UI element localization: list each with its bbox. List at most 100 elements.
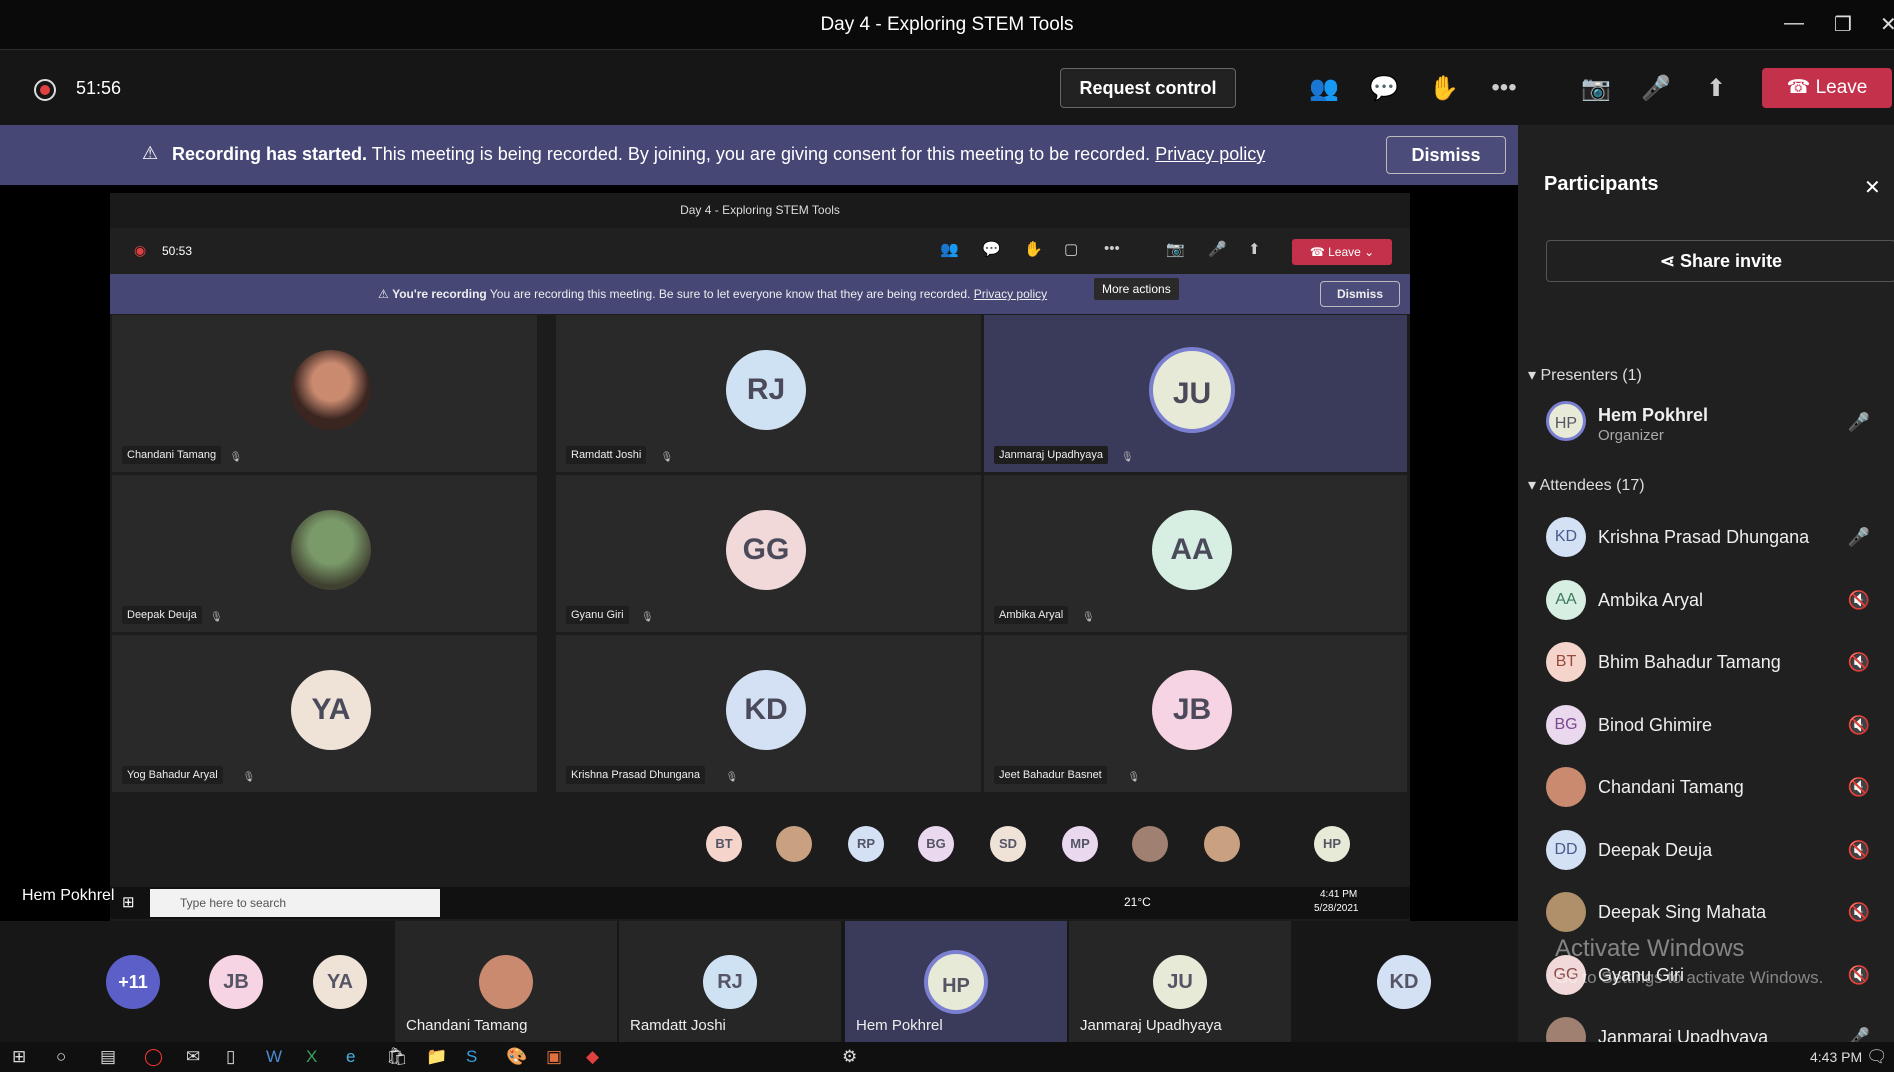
participant-avatar — [1546, 767, 1586, 807]
inner-clock-date: 5/28/2021 — [1314, 903, 1359, 914]
video-tile[interactable]: YA Yog Bahadur Aryal 🎙 — [112, 635, 540, 795]
video-tile[interactable]: GG Gyanu Giri 🎙 — [556, 475, 984, 635]
strip-avatar[interactable]: JB — [209, 955, 263, 1009]
tile-name: Jeet Bahadur Basnet — [994, 766, 1107, 784]
meeting-timer: 51:56 — [76, 78, 122, 98]
share-icon: ⋖ — [1659, 251, 1676, 271]
video-tile[interactable]: Deepak Deuja 🎙 — [112, 475, 540, 635]
tile-avatar: JB — [1152, 670, 1232, 750]
restore-icon[interactable]: ❐ — [1834, 12, 1852, 37]
opera-icon[interactable]: ◯ — [144, 1047, 163, 1067]
app-icon[interactable]: ▣ — [546, 1047, 562, 1067]
inner-dismiss-button: Dismiss — [1320, 281, 1400, 307]
strip-avatar[interactable]: HP — [924, 950, 988, 1014]
participant-name[interactable]: Krishna Prasad Dhungana — [1598, 527, 1809, 548]
more-actions-icon[interactable]: ••• — [1486, 74, 1522, 102]
notifications-icon[interactable]: 🗨 — [1866, 1047, 1888, 1067]
chat-icon[interactable]: 💬 — [1366, 74, 1402, 103]
strip-avatar[interactable]: RJ — [703, 955, 757, 1009]
strip-name: Hem Pokhrel — [856, 1017, 943, 1034]
participant-name[interactable]: Deepak Deuja — [1598, 840, 1712, 861]
skype-icon[interactable]: S — [466, 1047, 477, 1067]
muted-mic-icon: 🎙 — [229, 452, 243, 463]
participant-name[interactable]: Bhim Bahadur Tamang — [1598, 652, 1781, 673]
strip-name: Ramdatt Joshi — [630, 1017, 726, 1034]
presenter-avatar: HP — [1546, 401, 1586, 441]
presenter-role: Organizer — [1598, 427, 1664, 444]
inner-participant-bubble — [776, 826, 812, 862]
recording-banner: ⚠ Recording has started. This meeting is… — [0, 125, 1518, 185]
windows-taskbar: ⊞ ○ ▤ ◯ ✉ ▯ W X e 🛍 📁 S 🎨 ▣ ◆ ⚙ 4:43 PM … — [0, 1042, 1894, 1072]
strip-avatar[interactable]: JU — [1153, 955, 1207, 1009]
file-explorer-icon[interactable]: 📁 — [426, 1047, 447, 1067]
minimize-icon[interactable]: — — [1784, 12, 1804, 35]
inner-banner-text: You are recording this meeting. Be sure … — [489, 287, 971, 301]
meeting-toolbar: 51:56 Request control 👥 💬 ✋ ••• 📷 🎤 ⬆ ☎ … — [0, 50, 1894, 125]
paint-icon[interactable]: 🎨 — [506, 1047, 527, 1067]
inner-clock-time: 4:41 PM — [1320, 889, 1358, 900]
muted-mic-icon: 🎙 — [725, 772, 739, 783]
video-tile[interactable]: RJ Ramdatt Joshi 🎙 — [556, 315, 984, 475]
participant-name[interactable]: Deepak Sing Mahata — [1598, 902, 1766, 923]
inner-window-title: Day 4 - Exploring STEM Tools — [110, 193, 1410, 228]
presenters-section[interactable]: ▾ Presenters (1) — [1528, 365, 1642, 385]
participant-name[interactable]: Chandani Tamang — [1598, 777, 1744, 798]
word-icon[interactable]: W — [266, 1047, 282, 1067]
muted-mic-icon: 🎙 — [641, 612, 654, 623]
notepad-icon[interactable]: ▯ — [226, 1047, 235, 1067]
excel-icon[interactable]: X — [306, 1047, 317, 1067]
participant-name[interactable]: Binod Ghimire — [1598, 715, 1712, 736]
microphone-icon[interactable]: 🎤 — [1638, 74, 1674, 103]
participant-name[interactable]: Ambika Aryal — [1598, 590, 1703, 611]
recording-icon — [34, 79, 56, 101]
muted-mic-icon: 🎙 — [242, 772, 256, 783]
strip-avatar[interactable] — [479, 955, 533, 1009]
mic-off-icon: 🔇 — [1847, 777, 1870, 797]
dismiss-button[interactable]: Dismiss — [1386, 136, 1506, 174]
participant-strip: +11 JB YA Chandani Tamang RJ Ramdatt Joshi HP H… — [0, 921, 1518, 1042]
participant-avatar: BG — [1546, 704, 1586, 745]
inner-leave-button: ☎ Leave ⌄ — [1292, 239, 1392, 265]
mic-off-icon: 🔇 — [1847, 839, 1870, 860]
close-icon[interactable]: ✕ — [1880, 12, 1894, 37]
taskbar-clock[interactable]: 4:43 PM — [1810, 1049, 1862, 1065]
video-tile[interactable]: JB Jeet Bahadur Basnet 🎙 — [984, 635, 1410, 795]
mail-icon[interactable]: ✉ — [186, 1047, 200, 1067]
muted-mic-icon: 🎙 — [660, 452, 674, 463]
share-screen-icon[interactable]: ⬆ — [1698, 74, 1734, 103]
video-tile[interactable]: JU Janmaraj Upadhyaya 🎙 — [984, 315, 1410, 475]
anydesk-icon[interactable]: ◆ — [586, 1047, 599, 1067]
participants-icon[interactable]: 👥 — [1306, 74, 1342, 103]
banner-title: Recording has started. — [172, 144, 368, 164]
more-participants-button[interactable]: +11 — [106, 955, 160, 1009]
leave-button[interactable]: ☎ Leave — [1762, 68, 1892, 108]
participant-avatar: AA — [1546, 579, 1586, 620]
start-icon[interactable]: ⊞ — [12, 1047, 26, 1067]
settings-icon[interactable]: ⚙ — [842, 1047, 857, 1067]
share-invite-button[interactable]: ⋖ Share invite — [1546, 240, 1894, 282]
reactions-icon[interactable]: ✋ — [1426, 74, 1462, 103]
attendees-section[interactable]: ▾ Attendees (17) — [1528, 475, 1645, 495]
task-view-icon[interactable]: ▤ — [100, 1047, 116, 1067]
strip-avatar[interactable]: KD — [1377, 955, 1431, 1009]
inner-banner-title: You're recording — [392, 287, 487, 301]
video-tile[interactable]: KD Krishna Prasad Dhungana 🎙 — [556, 635, 984, 795]
inner-participant-bubble: HP — [1314, 826, 1350, 862]
inner-more-icon: ••• — [1104, 240, 1120, 257]
cortana-icon[interactable]: ○ — [56, 1047, 66, 1067]
video-tile[interactable]: AA Ambika Aryal 🎙 — [984, 475, 1410, 635]
strip-avatar[interactable]: YA — [313, 955, 367, 1009]
inner-search-box: Type here to search — [150, 889, 440, 917]
banner-text: This meeting is being recorded. By joini… — [371, 144, 1151, 164]
request-control-button[interactable]: Request control — [1060, 68, 1236, 108]
edge-icon[interactable]: e — [346, 1047, 355, 1067]
tile-name: Krishna Prasad Dhungana — [566, 766, 706, 784]
inner-recording-icon: ◉ — [134, 242, 147, 258]
video-tile[interactable]: Chandani Tamang 🎙 — [112, 315, 540, 475]
inner-participant-bubble: MP — [1062, 826, 1098, 862]
close-panel-icon[interactable]: ✕ — [1864, 175, 1881, 200]
camera-off-icon[interactable]: 📷 — [1578, 74, 1614, 103]
store-icon[interactable]: 🛍 — [386, 1047, 408, 1067]
privacy-policy-link[interactable]: Privacy policy — [1155, 144, 1265, 164]
tile-avatar: RJ — [726, 350, 806, 430]
